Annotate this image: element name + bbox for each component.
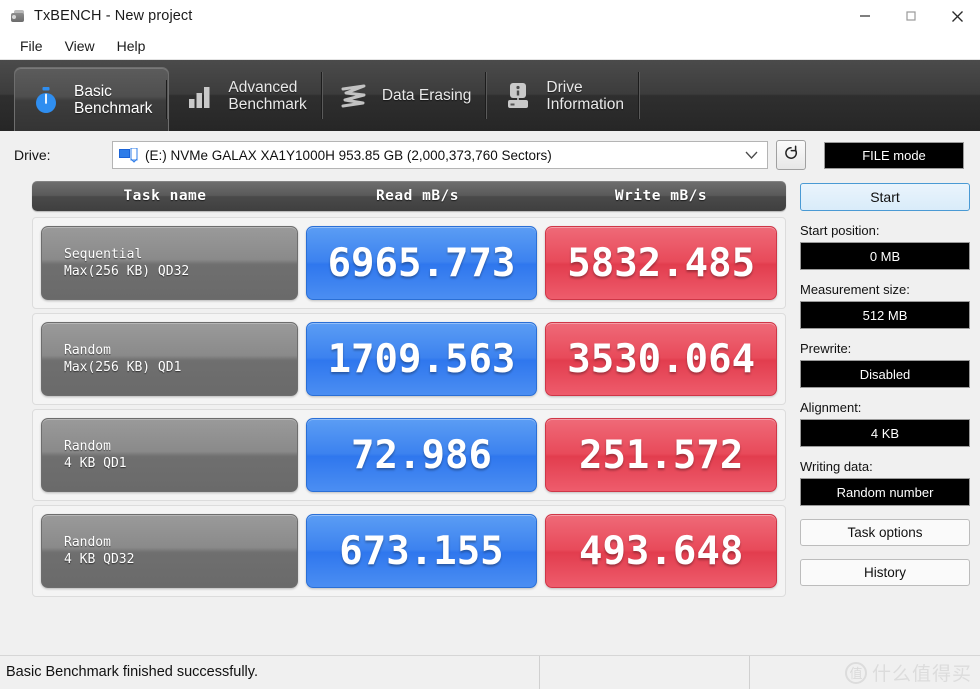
tab-divider: [638, 72, 640, 119]
read-speed-cell: 6965.773: [306, 226, 538, 300]
window-controls: [842, 0, 980, 32]
tab-strip: Basic Benchmark Advanced Benchmark Data …: [0, 60, 980, 131]
tab-advanced-benchmark-label: Advanced Benchmark: [228, 79, 306, 113]
results-rows: Sequential Max(256 KB) QD32 6965.773 583…: [32, 217, 786, 597]
drive-select[interactable]: (E:) NVMe GALAX XA1Y1000H 953.85 GB (2,0…: [112, 141, 768, 169]
start-position-field[interactable]: 0 MB: [800, 242, 970, 270]
alignment-field[interactable]: 4 KB: [800, 419, 970, 447]
main-body: Task name Read mB/s Write mB/s Sequentia…: [0, 179, 980, 622]
read-speed-cell: 673.155: [306, 514, 538, 588]
task-name-cell: Sequential Max(256 KB) QD32: [41, 226, 298, 300]
column-header-task-name: Task name: [32, 188, 298, 204]
start-position-label: Start position:: [800, 223, 970, 238]
menu-item-help[interactable]: Help: [106, 35, 157, 57]
read-speed-cell: 72.986: [306, 418, 538, 492]
write-speed-cell: 251.572: [545, 418, 777, 492]
task-name-label: Sequential Max(256 KB) QD32: [64, 246, 189, 280]
chevron-down-icon[interactable]: [745, 146, 758, 164]
start-button[interactable]: Start: [800, 183, 970, 211]
write-speed-value: 5832.485: [567, 241, 755, 286]
writing-data-field[interactable]: Random number: [800, 478, 970, 506]
settings-panel: Start Start position: 0 MB Measurement s…: [800, 179, 980, 622]
status-bar: Basic Benchmark finished successfully.: [0, 655, 980, 688]
alignment-label: Alignment:: [800, 400, 970, 415]
measurement-size-label: Measurement size:: [800, 282, 970, 297]
maximize-button[interactable]: [888, 0, 934, 32]
task-name-label: Random 4 KB QD1: [64, 438, 127, 472]
write-speed-cell: 493.648: [545, 514, 777, 588]
table-row[interactable]: Random Max(256 KB) QD1 1709.563 3530.064: [32, 313, 786, 405]
tab-basic-benchmark[interactable]: Basic Benchmark: [14, 67, 169, 131]
prewrite-label: Prewrite:: [800, 341, 970, 356]
refresh-button[interactable]: [776, 140, 806, 170]
refresh-icon: [782, 144, 800, 167]
app-icon: [10, 8, 26, 24]
status-segment-3: [750, 656, 978, 689]
tab-advanced-benchmark[interactable]: Advanced Benchmark: [169, 60, 322, 131]
table-row[interactable]: Random 4 KB QD32 673.155 493.648: [32, 505, 786, 597]
menu-item-view[interactable]: View: [54, 35, 106, 57]
tab-data-erasing-label: Data Erasing: [382, 87, 472, 104]
tab-data-erasing[interactable]: Data Erasing: [323, 60, 488, 131]
table-row[interactable]: Random 4 KB QD1 72.986 251.572: [32, 409, 786, 501]
tab-divider: [166, 80, 168, 119]
drive-selector-row: Drive: (E:) NVMe GALAX XA1Y1000H 953.85 …: [0, 131, 980, 179]
write-speed-cell: 3530.064: [545, 322, 777, 396]
read-speed-value: 673.155: [339, 529, 503, 574]
file-mode-button[interactable]: FILE mode: [824, 142, 964, 169]
read-speed-value: 1709.563: [328, 337, 516, 382]
task-name-cell: Random 4 KB QD32: [41, 514, 298, 588]
measurement-size-field[interactable]: 512 MB: [800, 301, 970, 329]
task-name-label: Random 4 KB QD32: [64, 534, 134, 568]
write-speed-value: 3530.064: [567, 337, 755, 382]
results-panel: Task name Read mB/s Write mB/s Sequentia…: [0, 179, 800, 622]
stopwatch-icon: [29, 83, 63, 117]
task-name-label: Random Max(256 KB) QD1: [64, 342, 181, 376]
bar-chart-icon: [183, 79, 217, 113]
close-button[interactable]: [934, 0, 980, 32]
status-message: Basic Benchmark finished successfully.: [0, 656, 540, 689]
read-speed-value: 72.986: [351, 433, 492, 478]
writing-data-label: Writing data:: [800, 459, 970, 474]
drive-info-icon: [501, 79, 535, 113]
column-header-read: Read mB/s: [298, 188, 537, 204]
task-options-button[interactable]: Task options: [800, 519, 970, 546]
window-title: TxBENCH - New project: [34, 8, 192, 24]
tab-drive-information-label: Drive Information: [546, 79, 624, 113]
write-speed-value: 251.572: [579, 433, 743, 478]
tab-basic-benchmark-label: Basic Benchmark: [74, 83, 152, 117]
write-speed-cell: 5832.485: [545, 226, 777, 300]
drive-select-value: (E:) NVMe GALAX XA1Y1000H 953.85 GB (2,0…: [145, 148, 552, 163]
minimize-button[interactable]: [842, 0, 888, 32]
task-name-cell: Random Max(256 KB) QD1: [41, 322, 298, 396]
menu-item-file[interactable]: File: [9, 35, 54, 57]
drive-label: Drive:: [14, 147, 112, 163]
eraser-wave-icon: [337, 79, 371, 113]
prewrite-field[interactable]: Disabled: [800, 360, 970, 388]
write-speed-value: 493.648: [579, 529, 743, 574]
disk-drive-icon: [119, 148, 138, 163]
table-row[interactable]: Sequential Max(256 KB) QD32 6965.773 583…: [32, 217, 786, 309]
history-button[interactable]: History: [800, 559, 970, 586]
menu-bar: File View Help: [0, 32, 980, 60]
results-table-header: Task name Read mB/s Write mB/s: [32, 181, 786, 211]
task-name-cell: Random 4 KB QD1: [41, 418, 298, 492]
read-speed-value: 6965.773: [328, 241, 516, 286]
read-speed-cell: 1709.563: [306, 322, 538, 396]
column-header-write: Write mB/s: [537, 188, 785, 204]
status-segment-2: [540, 656, 750, 689]
tab-drive-information[interactable]: Drive Information: [487, 60, 640, 131]
title-bar: TxBENCH - New project: [0, 0, 980, 32]
